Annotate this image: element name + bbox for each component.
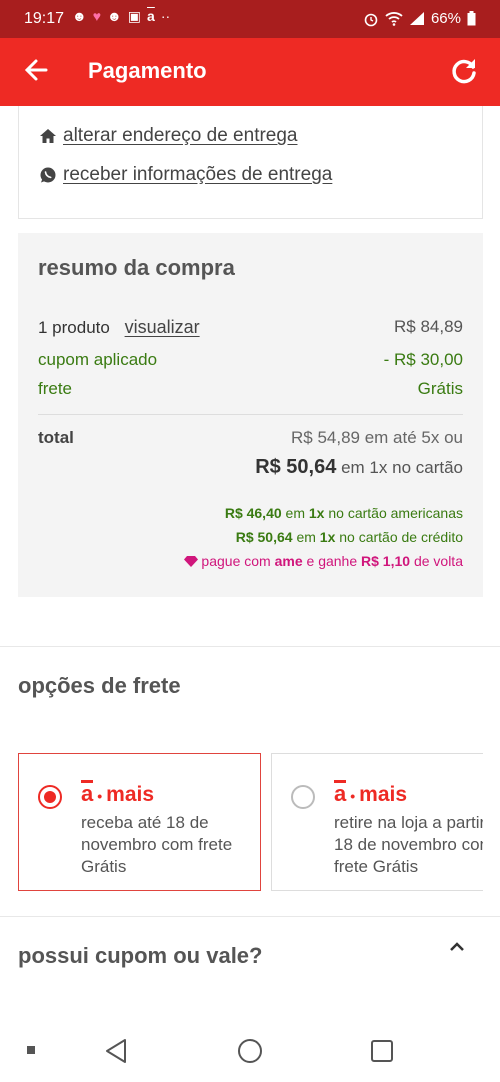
section-divider [0, 646, 500, 647]
battery-icon [467, 11, 476, 26]
option-description: retire na loja a partir de 18 de novembr… [334, 813, 483, 876]
summary-divider [38, 414, 463, 415]
americanas-icon: a [147, 8, 155, 24]
face-icon: ☻ [107, 8, 122, 24]
section-divider [0, 916, 500, 917]
battery-level: 66% [430, 10, 461, 27]
purchase-summary: resumo da compra 1 produto visualizar R$… [18, 233, 483, 597]
signal-icon [409, 12, 424, 25]
status-time: 19:17 [24, 10, 65, 27]
recent-dot-icon[interactable] [27, 1046, 35, 1054]
product-value: R$ 84,89 [394, 317, 463, 336]
page-title: Pagamento [88, 58, 207, 83]
shipping-value: Grátis [417, 379, 463, 398]
system-icons: 66% [363, 10, 476, 27]
cash-price-suffix: em 1x no cartão [341, 458, 463, 477]
installments-text: R$ 54,89 em até 5x ou [290, 428, 463, 447]
system-nav-bar [0, 1020, 500, 1082]
refresh-icon[interactable] [448, 54, 480, 86]
app-icon: ▣ [127, 8, 142, 24]
app-bar: Pagamento [0, 38, 500, 106]
delivery-address-card: alterar endereço de entrega receber info… [18, 106, 483, 219]
status-bar: 19:17 ☻ ♥ ☻ ▣ a ·· 66% [0, 0, 500, 38]
whatsapp-info-label: receber informações de entrega [63, 164, 333, 185]
shipping-option-home[interactable]: a • mais receba até 18 de novembro com f… [18, 753, 261, 891]
coupon-label: cupom aplicado [38, 350, 158, 369]
amais-logo: a • mais [81, 780, 155, 806]
more-icon: ·· [160, 8, 171, 24]
alarm-icon [364, 13, 378, 26]
shipping-label: frete [38, 379, 73, 398]
coupon-title[interactable]: possui cupom ou vale? [18, 943, 262, 969]
summary-title: resumo da compra [38, 255, 235, 280]
home-icon [40, 129, 56, 143]
view-products-link[interactable]: visualizar [125, 317, 200, 337]
product-row: 1 produto visualizar R$ 84,89 [38, 317, 463, 338]
radio-unselected[interactable] [291, 785, 315, 809]
amais-logo: a • mais [334, 780, 408, 806]
americanas-card-price: R$ 46,40 em 1x no cartão americanas [224, 505, 463, 521]
heart-icon: ♥ [92, 8, 102, 24]
credit-card-price: R$ 50,64 em 1x no cartão de crédito [235, 529, 463, 545]
shipping-options-title: opções de frete [18, 673, 181, 698]
coupon-value: - R$ 30,00 [383, 350, 463, 369]
cash-price-line: R$ 50,64 em 1x no cartão [255, 456, 463, 479]
ame-diamond-icon [183, 556, 198, 567]
radio-selected[interactable] [38, 785, 62, 809]
whatsapp-icon [40, 167, 56, 183]
total-row: total R$ 54,89 em até 5x ou [38, 428, 463, 448]
back-icon[interactable] [104, 1038, 128, 1064]
overview-icon[interactable] [370, 1039, 394, 1063]
home-circle-icon[interactable] [237, 1038, 263, 1064]
back-arrow-icon[interactable] [22, 54, 50, 86]
coupon-row: cupom aplicado - R$ 30,00 [38, 350, 463, 370]
total-label: total [38, 428, 74, 447]
face-icon: ☻ [72, 8, 87, 24]
chevron-up-icon[interactable] [448, 938, 466, 956]
product-count: 1 produto [38, 318, 110, 337]
change-address-label: alterar endereço de entrega [63, 125, 298, 146]
shipping-row: frete Grátis [38, 379, 463, 399]
shipping-option-pickup[interactable]: a • mais retire na loja a partir de 18 d… [271, 753, 483, 891]
change-address-link[interactable]: alterar endereço de entrega [39, 125, 298, 147]
notification-icons: ☻ ♥ ☻ ▣ a ·· [72, 8, 170, 25]
cash-price: R$ 50,64 [255, 456, 337, 478]
option-description: receba até 18 de novembro com frete Grát… [81, 813, 233, 876]
wifi-icon [385, 12, 403, 26]
whatsapp-info-link[interactable]: receber informações de entrega [39, 164, 332, 186]
ame-cashback: pague com ame e ganhe R$ 1,10 de volta [183, 553, 463, 569]
